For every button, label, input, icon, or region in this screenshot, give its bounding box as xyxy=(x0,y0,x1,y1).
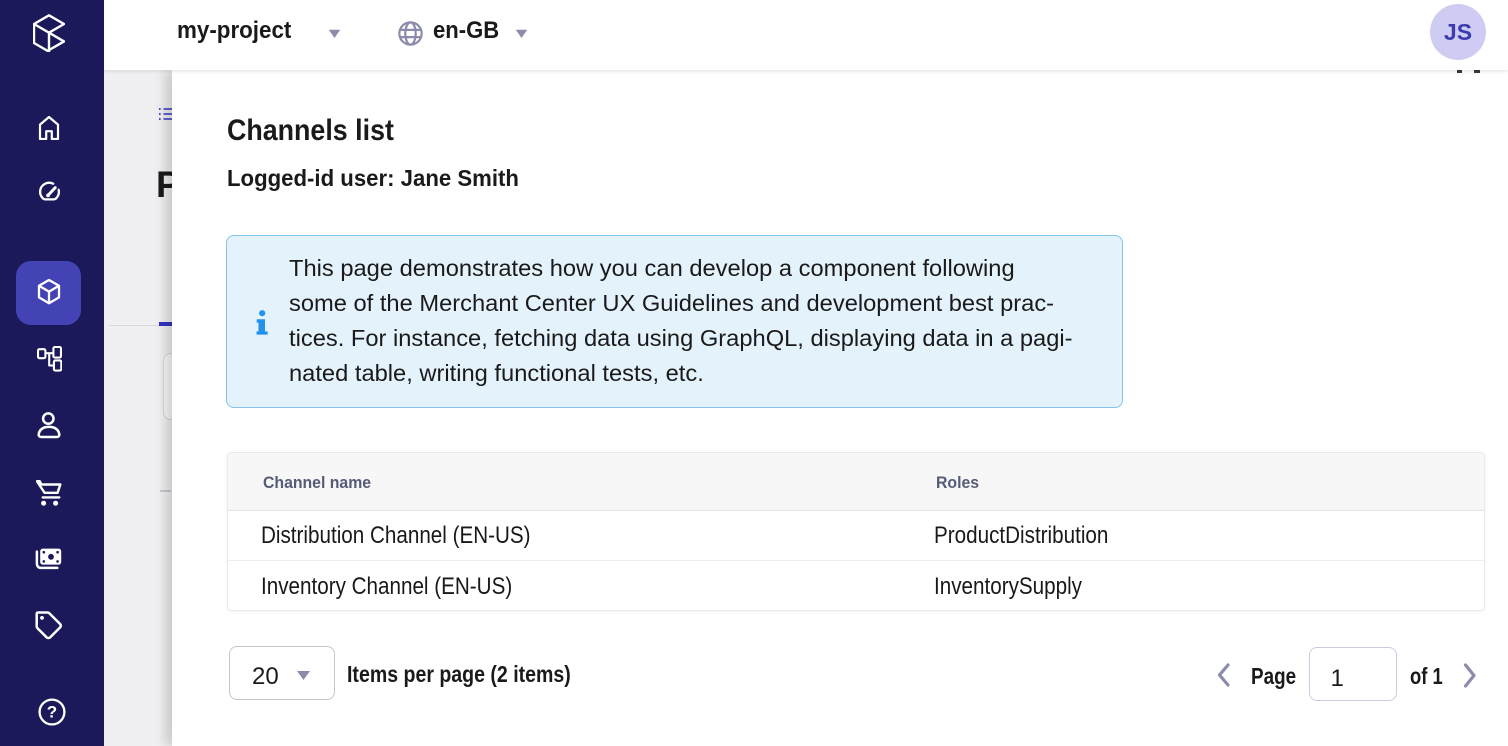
svg-text:?: ? xyxy=(47,703,57,722)
